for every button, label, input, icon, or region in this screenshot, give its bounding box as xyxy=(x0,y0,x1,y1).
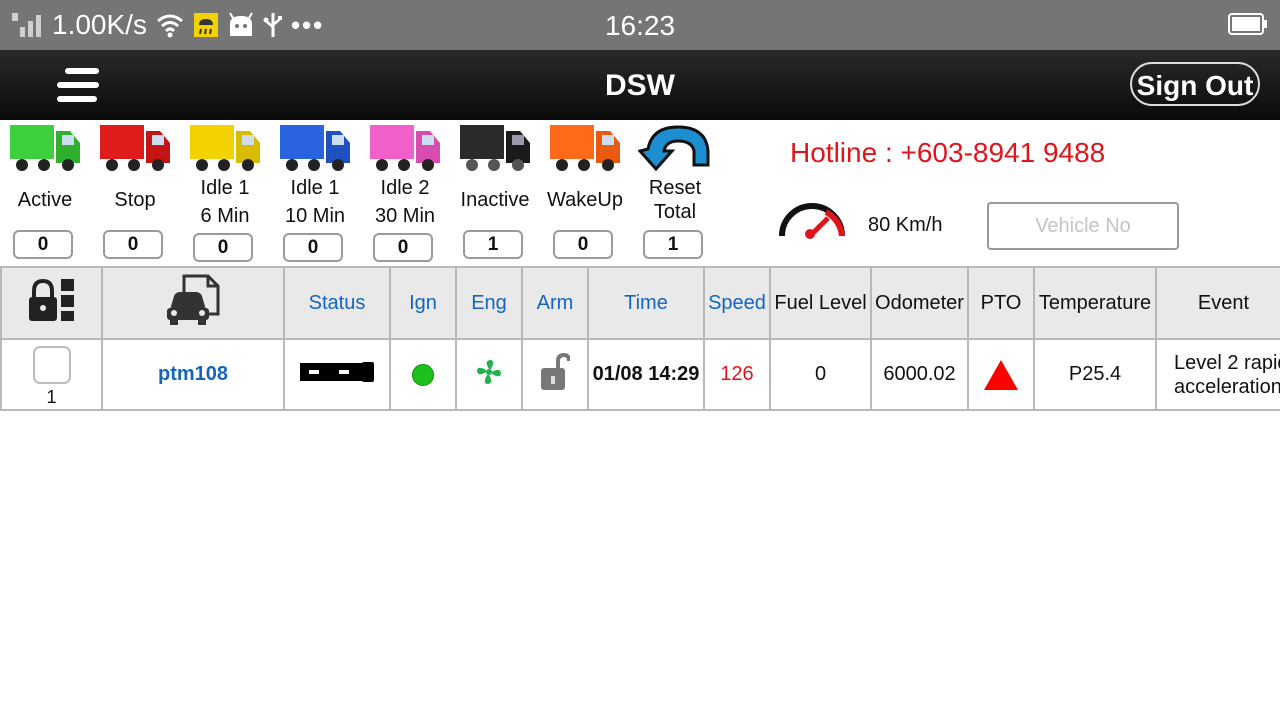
filter-active-label: Active xyxy=(17,189,73,211)
filter-idle1-10min-label-2: 10 Min xyxy=(284,205,346,227)
vehicle-table: Status Ign Eng Arm Time Speed Fuel Level… xyxy=(0,266,1280,411)
table-header-row: Status Ign Eng Arm Time Speed Fuel Level… xyxy=(0,266,1280,340)
truck-status-icon xyxy=(300,361,374,382)
speed-limit-value: 80 Km/h xyxy=(868,214,943,236)
system-status-bar: 1.00K/s ••• 16:23 xyxy=(0,0,1280,50)
ignition-on-icon xyxy=(412,363,434,386)
filter-idle1-6min[interactable]: Idle 1 6 Min 0 xyxy=(180,120,270,266)
vehicle-name[interactable]: ptm108 xyxy=(101,338,285,411)
speed-value: 126 xyxy=(703,338,771,411)
unlocked-padlock-icon xyxy=(541,352,571,390)
vehicle-column-header[interactable] xyxy=(101,266,285,340)
yellow-truck-icon xyxy=(190,125,260,171)
green-truck-icon xyxy=(10,125,80,171)
lock-column-header[interactable] xyxy=(0,266,103,340)
reset-total-count: 1 xyxy=(643,230,703,259)
battery-icon xyxy=(1228,12,1268,41)
filter-idle2-30min[interactable]: Idle 2 30 Min 0 xyxy=(360,120,450,266)
column-header-odometer[interactable]: Odometer xyxy=(870,266,969,340)
reset-total-label-2: Total xyxy=(653,201,697,223)
filter-wakeup[interactable]: WakeUp 0 xyxy=(540,120,630,266)
event-line-2: acceleration xyxy=(1174,375,1280,398)
odometer-value: 6000.02 xyxy=(870,338,969,411)
filter-active-count: 0 xyxy=(13,230,73,259)
vehicle-no-input[interactable] xyxy=(987,202,1179,250)
app-header: DSW Sign Out xyxy=(0,50,1280,120)
column-header-fuel-level[interactable]: Fuel Level xyxy=(769,266,872,340)
ign-cell xyxy=(389,338,457,411)
filter-inactive[interactable]: Inactive 1 xyxy=(450,120,540,266)
filter-idle2-30min-label-2: 30 Min xyxy=(374,205,436,227)
engine-fan-icon xyxy=(477,359,501,384)
clock: 16:23 xyxy=(604,10,676,41)
filter-idle1-6min-count: 0 xyxy=(193,233,253,262)
column-header-eng[interactable]: Eng xyxy=(455,266,523,340)
filter-wakeup-count: 0 xyxy=(553,230,613,259)
filter-stop[interactable]: Stop 0 xyxy=(90,120,180,266)
filter-stop-label: Stop xyxy=(114,189,156,211)
eng-cell xyxy=(455,338,523,411)
row-checkbox[interactable] xyxy=(32,345,71,384)
filter-idle1-10min[interactable]: Idle 1 10 Min 0 xyxy=(270,120,360,266)
filter-idle2-30min-count: 0 xyxy=(373,233,433,262)
column-header-speed[interactable]: Speed xyxy=(703,266,771,340)
speedometer-icon xyxy=(779,203,845,239)
column-header-ign[interactable]: Ign xyxy=(389,266,457,340)
event-value: Level 2 rapid acceleration xyxy=(1155,338,1280,411)
filter-inactive-count: 1 xyxy=(463,230,523,259)
filter-idle1-6min-label-2: 6 Min xyxy=(200,205,250,227)
car-document-icon xyxy=(167,274,220,325)
row-index: 1 xyxy=(46,386,57,407)
temperature-value: P25.4 xyxy=(1033,338,1157,411)
column-header-time[interactable]: Time xyxy=(587,266,705,340)
lock-grid-icon xyxy=(28,278,74,321)
status-filter-bar: Active 0 Stop 0 Idle 1 6 Min 0 Idle 1 10… xyxy=(0,120,720,266)
sign-out-button[interactable]: Sign Out xyxy=(1130,62,1260,106)
orange-truck-icon xyxy=(550,125,620,171)
app-title: DSW xyxy=(605,69,675,102)
column-header-pto[interactable]: PTO xyxy=(967,266,1035,340)
column-header-status[interactable]: Status xyxy=(283,266,391,340)
column-header-temperature[interactable]: Temperature xyxy=(1033,266,1157,340)
filter-stop-count: 0 xyxy=(103,230,163,259)
black-truck-icon xyxy=(460,125,530,171)
row-select-cell: 1 xyxy=(0,338,103,411)
pto-warning-icon xyxy=(984,359,1018,390)
hotline-text: Hotline : +603-8941 9488 xyxy=(790,137,1106,168)
pto-cell xyxy=(967,338,1035,411)
filter-idle2-30min-label-1: Idle 2 xyxy=(380,177,430,199)
table-row[interactable]: 1 ptm108 01/08 14:29 126 0 6000.02 P25.4… xyxy=(0,338,1280,411)
event-line-1: Level 2 rapid xyxy=(1174,351,1280,374)
pink-truck-icon xyxy=(370,125,440,171)
filter-idle1-10min-label-1: Idle 1 xyxy=(290,177,340,199)
fuel-level-value: 0 xyxy=(769,338,872,411)
reset-total-button[interactable]: Reset Total 1 xyxy=(630,120,720,266)
column-header-event[interactable]: Event xyxy=(1155,266,1280,340)
filter-inactive-label: Inactive xyxy=(460,189,530,211)
arm-cell xyxy=(521,338,589,411)
status-cell xyxy=(283,338,391,411)
filter-wakeup-label: WakeUp xyxy=(547,189,623,211)
filter-idle1-10min-count: 0 xyxy=(283,233,343,262)
filter-idle1-6min-label-1: Idle 1 xyxy=(200,177,250,199)
red-truck-icon xyxy=(100,125,170,171)
blue-truck-icon xyxy=(280,125,350,171)
column-header-arm[interactable]: Arm xyxy=(521,266,589,340)
reset-arrow-icon xyxy=(638,125,710,172)
time-value: 01/08 14:29 xyxy=(587,338,705,411)
filter-active[interactable]: Active 0 xyxy=(0,120,90,266)
